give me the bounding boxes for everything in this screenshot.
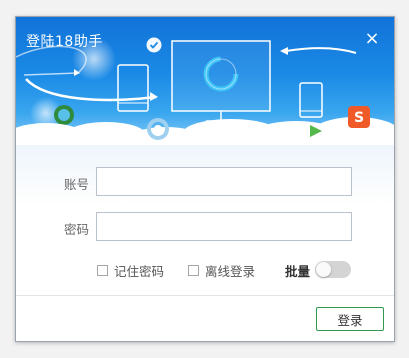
remember-password-checkbox[interactable]: 记住密码 <box>97 262 165 279</box>
svg-text:S: S <box>354 110 364 126</box>
account-input[interactable] <box>96 167 352 196</box>
login-window: S 登陆18助手 × 账号 密码 记住密码 离线登录 批量 登录 <box>15 16 395 342</box>
offline-login-checkbox[interactable]: 离线登录 <box>188 262 256 279</box>
arrow-head-icon <box>280 47 288 55</box>
arrow-head-icon <box>150 92 158 101</box>
check-badge-icon <box>146 37 162 53</box>
password-input[interactable] <box>96 212 352 241</box>
bulk-label: 批量 <box>285 264 311 279</box>
password-label: 密码 <box>63 222 89 237</box>
account-label: 账号 <box>63 177 89 192</box>
window-title: 登陆18助手 <box>26 34 103 50</box>
checkbox-box[interactable] <box>188 264 199 276</box>
monitor-icon <box>171 40 271 122</box>
bulk-toggle[interactable] <box>315 261 351 278</box>
remember-password-label: 记住密码 <box>114 263 165 279</box>
swoosh-arrow <box>285 47 357 54</box>
cloud-layer <box>16 117 394 145</box>
login-button[interactable]: 登录 <box>316 307 384 331</box>
tablet-icon <box>117 64 149 112</box>
phone-icon <box>299 82 323 118</box>
toggle-knob[interactable] <box>316 262 331 277</box>
swoosh-arrow <box>25 78 157 102</box>
banner: S 登陆18助手 × <box>16 17 394 145</box>
swoosh-line <box>23 72 79 76</box>
sogou-icon: S <box>348 106 370 128</box>
checkbox-box[interactable] <box>97 264 108 276</box>
close-icon[interactable]: × <box>362 29 382 49</box>
offline-login-label: 离线登录 <box>205 263 256 279</box>
ie-icon <box>54 105 74 125</box>
